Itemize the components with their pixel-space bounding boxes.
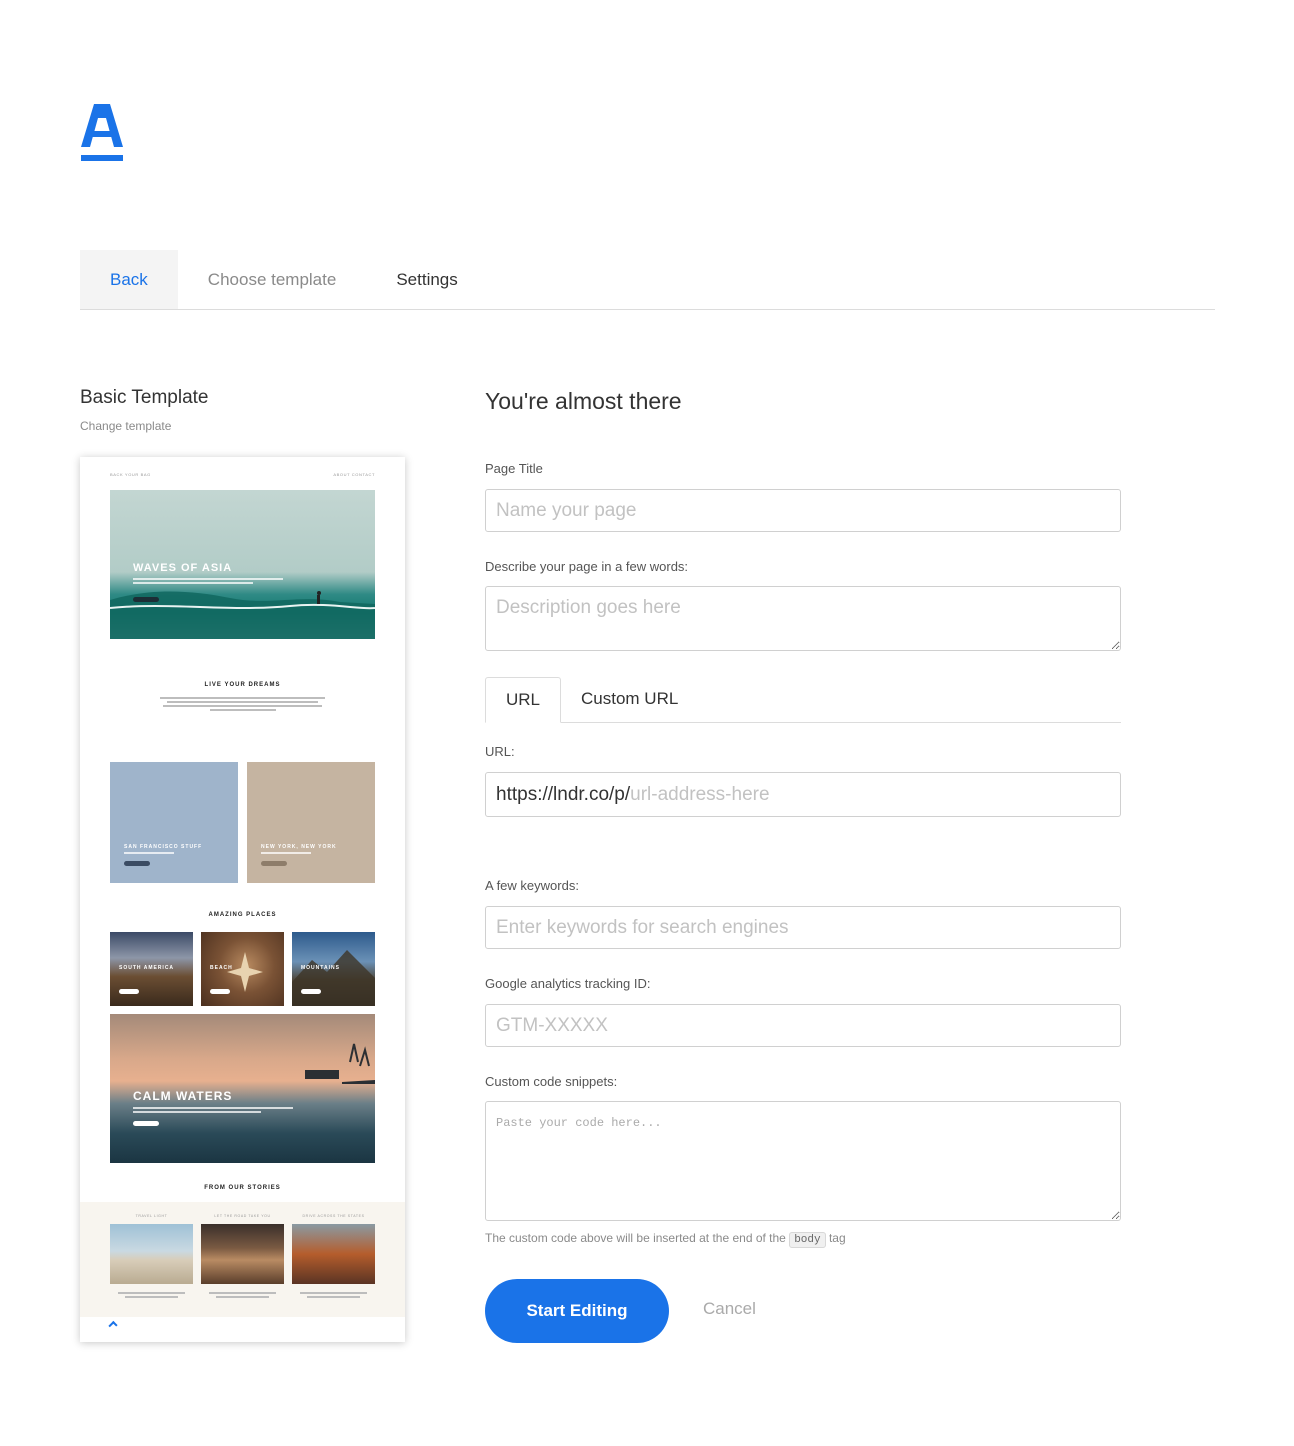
keywords-input[interactable]	[485, 906, 1121, 949]
url-input[interactable]: https://lndr.co/p/url-address-here	[485, 772, 1121, 817]
url-placeholder: url-address-here	[630, 784, 770, 805]
description-input[interactable]	[485, 586, 1121, 651]
preview-section-stories: FROM OUR STORIES	[204, 1185, 281, 1191]
page-title-label: Page Title	[485, 461, 543, 476]
ga-tracking-input[interactable]	[485, 1004, 1121, 1047]
template-preview[interactable]: BACK YOUR BAG ABOUT CONTACT WAVES OF ASI…	[80, 457, 405, 1342]
preview-nav: BACK YOUR BAG ABOUT CONTACT	[110, 472, 375, 480]
preview-nav-links: ABOUT CONTACT	[333, 472, 375, 477]
preview-hero-title: WAVES OF ASIA	[133, 562, 233, 574]
preview-section-dreams: LIVE YOUR DREAMS	[204, 682, 281, 688]
custom-url-tab[interactable]: Custom URL	[561, 677, 698, 723]
preview-nav-brand: BACK YOUR BAG	[110, 472, 151, 477]
preview-card-sf: SAN FRANCISCO STUFF	[110, 762, 238, 883]
url-label: URL:	[485, 744, 515, 759]
cancel-button[interactable]: Cancel	[703, 1299, 756, 1319]
page-title-input[interactable]	[485, 489, 1121, 532]
preview-section-places: AMAZING PLACES	[208, 912, 277, 918]
choose-template-tab[interactable]: Choose template	[178, 250, 367, 309]
custom-code-input[interactable]	[485, 1101, 1121, 1221]
preview-place-south-america: SOUTH AMERICA	[110, 932, 193, 1006]
ga-label: Google analytics tracking ID:	[485, 976, 651, 991]
template-title: Basic Template	[80, 387, 209, 408]
preview-card-ny: NEW YORK, NEW YORK	[247, 762, 375, 883]
template-info: Basic Template Change template	[80, 385, 406, 435]
preview-stories-band: TRAVEL LIGHT LET THE ROAD TAKE YOU DRIVE…	[80, 1202, 405, 1317]
wizard-tabs: Back Choose template Settings	[80, 250, 1215, 310]
preview-place-mountains: MOUNTAINS	[292, 932, 375, 1006]
preview-footer-logo-icon	[108, 1320, 118, 1331]
settings-tab[interactable]: Settings	[366, 250, 487, 309]
keywords-label: A few keywords:	[485, 878, 579, 893]
change-template-link[interactable]: Change template	[80, 419, 171, 433]
back-tab[interactable]: Back	[80, 250, 178, 309]
body-tag-code: body	[789, 1232, 826, 1248]
preview-place-beach: BEACH	[201, 932, 284, 1006]
url-prefix: https://lndr.co/p/	[496, 784, 631, 805]
url-tabs: URL Custom URL	[485, 677, 1121, 723]
url-tab[interactable]: URL	[485, 677, 562, 723]
preview-hero-image: WAVES OF ASIA	[110, 490, 375, 639]
code-label: Custom code snippets:	[485, 1074, 618, 1089]
preview-banner-calm-waters: CALM WATERS	[110, 1014, 375, 1163]
description-label: Describe your page in a few words:	[485, 559, 689, 574]
form-heading: You're almost there	[485, 388, 682, 414]
a-logo-icon[interactable]	[80, 100, 124, 162]
code-note: The custom code above will be inserted a…	[485, 1231, 846, 1248]
start-editing-button[interactable]: Start Editing	[485, 1279, 669, 1343]
